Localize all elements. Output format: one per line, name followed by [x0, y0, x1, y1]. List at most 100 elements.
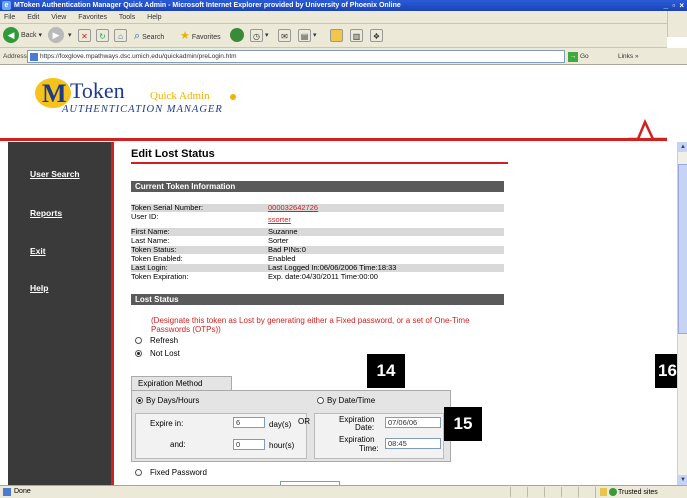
- fixed-password-radio[interactable]: [135, 469, 142, 477]
- user-id-link[interactable]: ssorter: [268, 216, 291, 224]
- menu-file[interactable]: File: [4, 14, 15, 21]
- window-title-bar: e MToken Authentication Manager Quick Ad…: [0, 0, 687, 11]
- menu-bar: File Edit View Favorites Tools Help: [0, 11, 687, 24]
- not-lost-radio[interactable]: [135, 350, 142, 358]
- refresh-icon: ↻: [96, 28, 109, 42]
- expiration-time-input[interactable]: 08:45: [385, 438, 441, 449]
- home-button[interactable]: ⌂: [114, 27, 127, 45]
- forward-button[interactable]: ▶ ▾: [48, 27, 71, 45]
- by-days-option[interactable]: By Days/Hours: [136, 396, 199, 405]
- star-icon: ★: [180, 30, 190, 42]
- favorites-button[interactable]: ★ Favorites: [180, 27, 221, 45]
- sidebar-item-help[interactable]: Help: [30, 283, 48, 293]
- status-segment: [510, 487, 526, 497]
- research-button[interactable]: ▥: [350, 27, 363, 45]
- menu-favorites[interactable]: Favorites: [78, 14, 107, 21]
- lock-icon: [600, 488, 607, 496]
- banner-subtitle: AUTHENTICATION MANAGER: [62, 104, 223, 115]
- menu-view[interactable]: View: [51, 14, 66, 21]
- info-row-user-id: User ID: ssorter: [131, 212, 291, 224]
- menu-tools[interactable]: Tools: [119, 14, 135, 21]
- scroll-down-icon[interactable]: ▼: [678, 475, 687, 485]
- lost-warning-text: (Designate this token as Lost by generat…: [151, 316, 470, 334]
- stop-button[interactable]: ✕: [78, 27, 91, 45]
- print-button[interactable]: ▤ ▾: [298, 27, 316, 45]
- expiration-date-input[interactable]: 07/06/06: [385, 417, 441, 428]
- quick-admin-dot: [230, 94, 236, 100]
- sidebar-item-reports[interactable]: Reports: [30, 208, 62, 218]
- lost-status-header: Lost Status: [131, 294, 504, 305]
- info-row-serial: Token Serial Number: 000032642726: [131, 204, 504, 212]
- mail-button[interactable]: ✉: [278, 27, 291, 45]
- go-arrow-icon: →: [568, 52, 578, 62]
- tab-expiration-method[interactable]: Expiration Method: [131, 376, 232, 390]
- media-icon: [230, 28, 244, 43]
- app-banner: M Token Quick Admin AUTHENTICATION MANAG…: [0, 66, 667, 142]
- scroll-thumb[interactable]: [678, 164, 687, 334]
- research-icon: ▥: [350, 28, 363, 42]
- refresh-radio[interactable]: [135, 337, 142, 345]
- by-date-option[interactable]: By Date/Time: [317, 396, 375, 405]
- pulse-line-icon: [628, 118, 667, 141]
- address-input[interactable]: https://foxglove.mpathways.dsc.umich.edu…: [27, 50, 565, 63]
- address-bar: Address https://foxglove.mpathways.dsc.u…: [0, 48, 687, 65]
- callout-14: 14: [367, 354, 405, 388]
- refresh-button[interactable]: ↻: [96, 27, 109, 45]
- stop-icon: ✕: [78, 28, 91, 42]
- search-button[interactable]: ⌕ Search: [134, 27, 164, 45]
- page-icon: [30, 53, 38, 61]
- status-text: Done: [14, 488, 31, 495]
- content-area: User Search Reports Exit Help Edit Lost …: [0, 142, 677, 485]
- mail-icon: ✉: [278, 28, 291, 42]
- or-label: OR: [298, 417, 310, 426]
- forward-arrow-icon: ▶: [48, 27, 64, 44]
- banner-red-rule: [0, 138, 667, 141]
- status-segment: [578, 487, 594, 497]
- media-button[interactable]: [230, 27, 246, 45]
- info-row-token-expiration: Token Expiration: Exp. date:04/30/2011 T…: [131, 272, 378, 281]
- scroll-up-icon[interactable]: ▲: [678, 142, 687, 152]
- browser-toolbar: ◀ Back ▾ ▶ ▾ ✕ ↻ ⌂ ⌕ Search ★ Favorites ◷…: [0, 24, 667, 48]
- info-row-last-login: Last Login: Last Logged In:06/06/2006 Ti…: [131, 264, 504, 272]
- not-lost-option[interactable]: Not Lost: [135, 349, 180, 358]
- sidebar-item-exit[interactable]: Exit: [30, 246, 46, 256]
- print-icon: ▤: [298, 28, 311, 42]
- status-bar: Done Trusted sites: [0, 485, 687, 498]
- info-row-last-name: Last Name: Sorter: [131, 236, 289, 245]
- back-arrow-icon: ◀: [3, 27, 19, 44]
- back-button[interactable]: ◀ Back ▾: [3, 27, 42, 45]
- menu-edit[interactable]: Edit: [27, 14, 39, 21]
- menu-help[interactable]: Help: [147, 14, 161, 21]
- page-done-icon: [3, 488, 11, 496]
- refresh-option[interactable]: Refresh: [135, 336, 178, 345]
- callout-15: 15: [444, 407, 482, 441]
- search-icon: ⌕: [134, 30, 141, 42]
- days-hours-group: Expire in: 6 day(s) and: 0 hour(s): [135, 413, 307, 459]
- hours-input[interactable]: 0: [233, 439, 265, 450]
- window-controls[interactable]: _ ▫ ×: [664, 0, 685, 11]
- by-days-radio[interactable]: [136, 397, 143, 405]
- status-segment: [561, 487, 577, 497]
- messenger-button[interactable]: ❖: [370, 27, 383, 45]
- page-title: Edit Lost Status: [131, 148, 215, 160]
- fixed-password-option[interactable]: Fixed Password: [135, 468, 207, 477]
- trusted-check-icon: [609, 488, 617, 496]
- sidebar-nav: User Search Reports Exit Help: [8, 142, 114, 485]
- history-button[interactable]: ◷ ▾: [250, 27, 268, 45]
- address-label: Address: [3, 53, 27, 60]
- info-row-token-enabled: Token Enabled: Enabled: [131, 254, 296, 263]
- go-button[interactable]: → Go: [568, 50, 589, 63]
- folder-button[interactable]: [330, 27, 343, 45]
- info-row-token-status: Token Status: Bad PINs:0: [131, 246, 504, 254]
- by-date-radio[interactable]: [317, 397, 324, 405]
- messenger-icon: ❖: [370, 28, 383, 42]
- window-title: MToken Authentication Manager Quick Admi…: [14, 2, 401, 9]
- vertical-scrollbar[interactable]: ▲ ▼: [677, 142, 687, 485]
- links-button[interactable]: Links »: [618, 48, 639, 65]
- ie-icon: e: [2, 1, 11, 10]
- serial-number-link[interactable]: 000032642726: [268, 204, 318, 212]
- home-icon: ⌂: [114, 28, 127, 42]
- days-input[interactable]: 6: [233, 417, 265, 428]
- sidebar-item-user-search[interactable]: User Search: [30, 169, 80, 179]
- security-zone[interactable]: Trusted sites: [595, 487, 658, 498]
